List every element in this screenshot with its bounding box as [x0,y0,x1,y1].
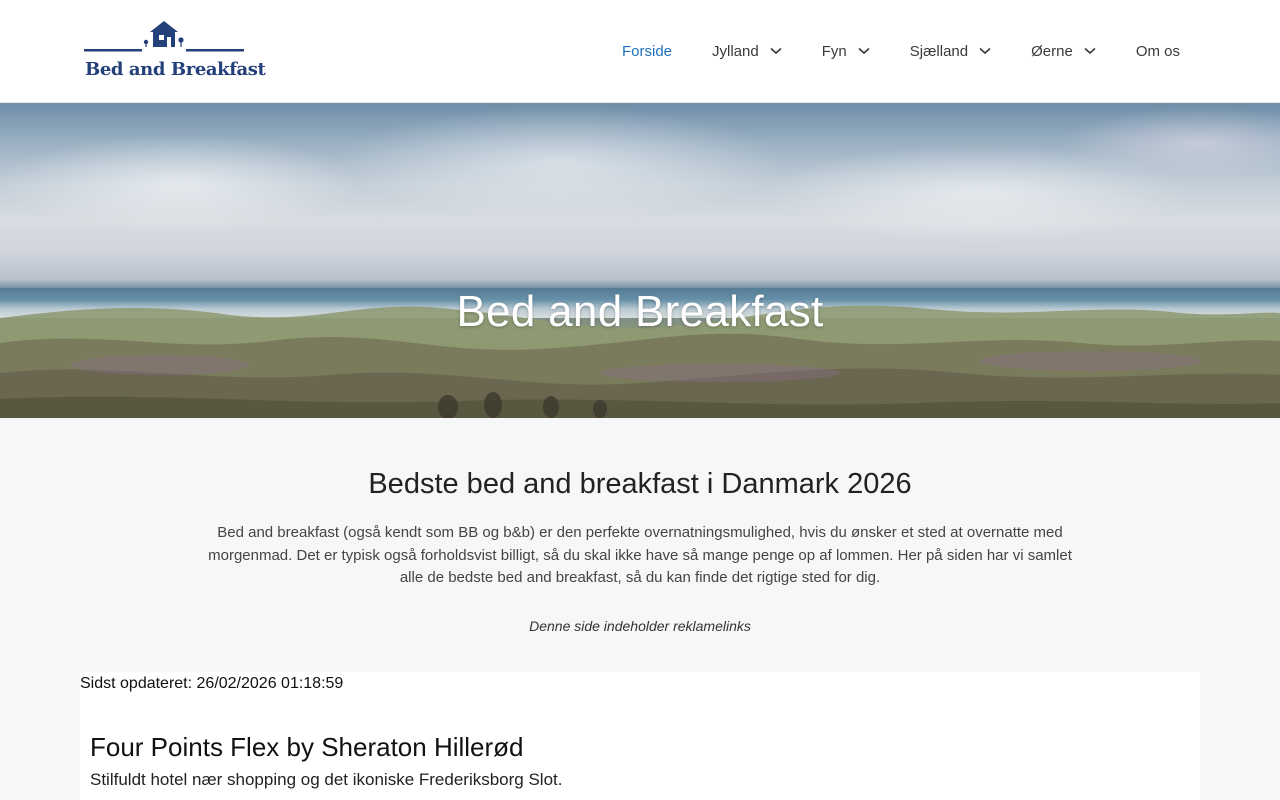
chevron-down-icon [979,47,991,55]
nav-item-sjaelland[interactable]: Sjælland [910,43,991,60]
chevron-down-icon [1084,47,1096,55]
hotel-description: Stilfuldt hotel nær shopping og det ikon… [90,770,563,789]
chevron-down-icon [858,47,870,55]
hotel-listing: Sidst opdateret: 26/02/2026 01:18:59 Fou… [80,672,1200,800]
hero-banner: Bed and Breakfast [0,103,1280,418]
nav-item-fyn[interactable]: Fyn [822,43,870,60]
site-header: Bed and Breakfast Forside Jylland Fyn Sj… [0,0,1280,103]
chevron-down-icon [770,47,782,55]
nav-item-label: Fyn [821,42,847,60]
hotel-name[interactable]: Four Points Flex by Sheraton Hillerød [90,732,524,763]
last-updated-text: Sidst opdateret: 26/02/2026 01:18:59 [80,675,344,692]
main-navigation: Forside Jylland Fyn Sjælland Øerne Om os [582,0,1180,102]
nav-item-label: Jylland [712,42,759,60]
page-title: Bedste bed and breakfast i Danmark 2026 [368,468,912,500]
house-icon [84,21,244,52]
nav-item-oerne[interactable]: Øerne [1031,43,1096,60]
nav-item-label: Sjælland [909,42,969,60]
hero-title: Bed and Breakfast [456,287,824,337]
nav-item-jylland[interactable]: Jylland [712,43,782,60]
intro-paragraph: Bed and breakfast (også kendt som BB og … [208,524,1072,586]
nav-item-label: Øerne [1031,42,1073,60]
nav-item-label: Forside [621,42,673,60]
logo-text: Bed and Breakfast [85,59,266,80]
nav-item-om-os[interactable]: Om os [1136,43,1180,60]
site-logo[interactable]: Bed and Breakfast [84,18,266,84]
hero-dunes-image [0,305,1280,418]
ad-disclosure: Denne side indeholder reklamelinks [529,618,751,634]
nav-item-label: Om os [1135,42,1180,60]
nav-item-forside[interactable]: Forside [622,43,672,60]
